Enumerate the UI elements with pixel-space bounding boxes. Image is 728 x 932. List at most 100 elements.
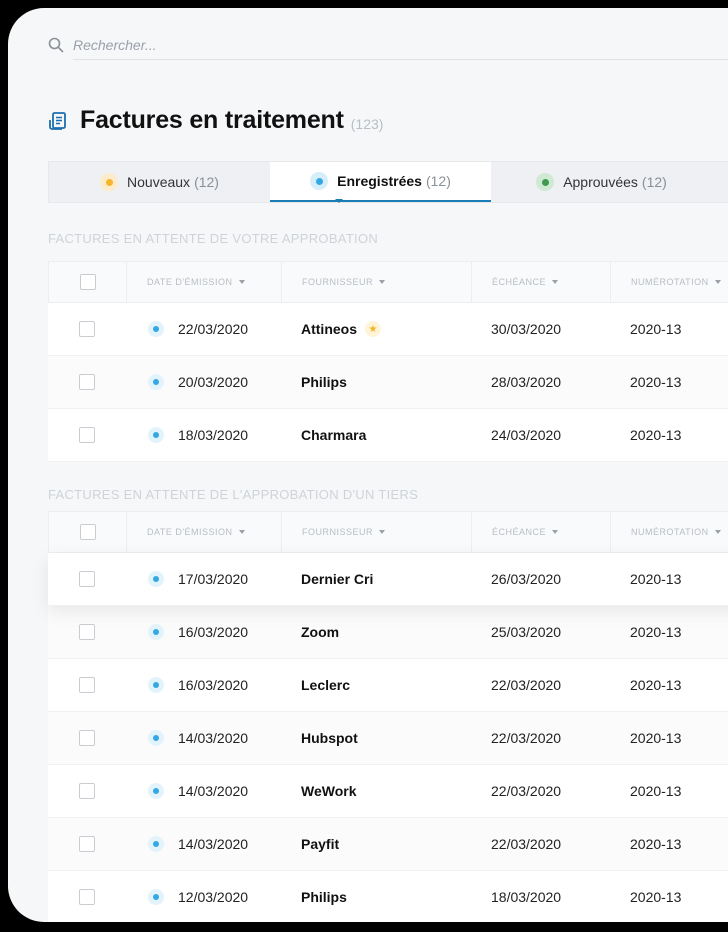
table-row[interactable]: 14/03/2020 Payfit 22/03/2020 2020-13 xyxy=(48,818,728,871)
table-row[interactable]: 14/03/2020 Hubspot 22/03/2020 2020-13 xyxy=(48,712,728,765)
page-title: Factures en traitement xyxy=(80,106,344,134)
supplier-cell: Charmara xyxy=(301,409,366,461)
issue-date: 17/03/2020 xyxy=(178,571,249,587)
sort-down-icon xyxy=(238,530,245,534)
date-cell: 14/03/2020 xyxy=(148,712,248,764)
column-header-number[interactable]: NUMÉROTATION xyxy=(610,262,728,302)
supplier-cell: Philips xyxy=(301,356,347,408)
invoice-table-third-party-approval: DATE D'ÉMISSION FOURNISSEUR ÉCHÉANCE NUM… xyxy=(48,511,728,922)
supplier-name: WeWork xyxy=(301,783,357,799)
table-row[interactable]: 17/03/2020 Dernier Cri 26/03/2020 2020-13 xyxy=(48,553,728,606)
column-header-number[interactable]: NUMÉROTATION xyxy=(610,512,728,552)
supplier-cell: Zoom xyxy=(301,606,339,658)
section-title: Factures en attente de l'approbation d'u… xyxy=(48,487,419,502)
due-date-cell: 22/03/2020 xyxy=(491,783,562,799)
table-row[interactable]: 12/03/2020 Philips 18/03/2020 2020-13 xyxy=(48,871,728,922)
status-dot-icon xyxy=(148,374,164,390)
table-row[interactable]: 16/03/2020 Zoom 25/03/2020 2020-13 xyxy=(48,606,728,659)
row-checkbox[interactable] xyxy=(79,321,95,337)
date-cell: 14/03/2020 xyxy=(148,818,248,870)
invoice-number-cell: 2020-13 xyxy=(630,374,682,390)
date-cell: 20/03/2020 xyxy=(148,356,248,408)
column-header-date[interactable]: DATE D'ÉMISSION xyxy=(126,262,281,302)
supplier-name: Zoom xyxy=(301,624,340,640)
supplier-cell: Payfit xyxy=(301,818,339,870)
date-cell: 17/03/2020 xyxy=(148,553,248,605)
column-header-supplier[interactable]: FOURNISSEUR xyxy=(281,262,471,302)
column-header-supplier[interactable]: FOURNISSEUR xyxy=(281,512,471,552)
table-row[interactable]: 20/03/2020 Philips 28/03/2020 2020-13 xyxy=(48,356,728,409)
supplier-cell: Philips xyxy=(301,871,347,922)
tab-approuvees[interactable]: Approuvées (12) xyxy=(491,162,712,202)
table-row[interactable]: 22/03/2020 Attineos ★ 30/03/2020 2020-13 xyxy=(48,303,728,356)
table-row[interactable]: 16/03/2020 Leclerc 22/03/2020 2020-13 xyxy=(48,659,728,712)
supplier-name: Philips xyxy=(301,889,347,905)
status-dot-icon xyxy=(148,677,164,693)
status-dot-icon xyxy=(100,173,119,191)
sort-down-icon xyxy=(379,530,386,534)
status-dot-icon xyxy=(148,730,164,746)
tab-enregistrees[interactable]: Enregistrées (12) xyxy=(270,162,491,202)
due-date-cell: 26/03/2020 xyxy=(491,571,562,587)
row-checkbox[interactable] xyxy=(79,783,95,799)
status-dot-icon xyxy=(536,173,555,191)
due-date-cell: 18/03/2020 xyxy=(491,889,562,905)
tab-count: (12) xyxy=(641,174,667,190)
app-window: Rechercher... Factures en traitement (12… xyxy=(8,8,728,922)
invoice-number-cell: 2020-13 xyxy=(630,427,682,443)
due-date-cell: 30/03/2020 xyxy=(491,321,562,337)
tab-count: (12) xyxy=(194,174,219,190)
issue-date: 16/03/2020 xyxy=(178,677,249,693)
row-checkbox[interactable] xyxy=(79,624,95,640)
supplier-cell: WeWork xyxy=(301,765,357,817)
table-header: DATE D'ÉMISSION FOURNISSEUR ÉCHÉANCE NUM… xyxy=(48,511,728,553)
invoice-number-cell: 2020-13 xyxy=(630,624,682,640)
due-date-cell: 25/03/2020 xyxy=(491,624,562,640)
issue-date: 22/03/2020 xyxy=(178,321,249,337)
table-row[interactable]: 18/03/2020 Charmara 24/03/2020 2020-13 xyxy=(48,409,728,462)
column-header-due[interactable]: ÉCHÉANCE xyxy=(471,512,610,552)
row-checkbox[interactable] xyxy=(79,571,95,587)
star-icon: ★ xyxy=(365,321,381,337)
issue-date: 14/03/2020 xyxy=(178,730,249,746)
column-header-due[interactable]: ÉCHÉANCE xyxy=(471,262,610,302)
invoice-number-cell: 2020-13 xyxy=(630,571,682,587)
sort-down-icon xyxy=(714,530,721,534)
row-checkbox[interactable] xyxy=(79,730,95,746)
supplier-name: Charmara xyxy=(301,427,367,443)
row-checkbox[interactable] xyxy=(79,836,95,852)
tab-label: Nouveaux xyxy=(127,174,191,190)
invoice-number-cell: 2020-13 xyxy=(630,321,682,337)
invoice-number-cell: 2020-13 xyxy=(630,730,682,746)
supplier-name: Dernier Cri xyxy=(301,571,374,587)
page-header: Factures en traitement (123) xyxy=(48,106,383,135)
date-cell: 16/03/2020 xyxy=(148,606,248,658)
status-dot-icon xyxy=(148,836,164,852)
search-bar[interactable]: Rechercher... xyxy=(48,30,157,60)
tab-count: (12) xyxy=(425,173,451,189)
tab-nouveaux[interactable]: Nouveaux (12) xyxy=(49,162,270,202)
invoice-document-icon xyxy=(49,111,66,130)
row-checkbox[interactable] xyxy=(79,889,95,905)
row-checkbox[interactable] xyxy=(79,427,95,443)
status-dot-icon xyxy=(310,172,329,190)
due-date-cell: 22/03/2020 xyxy=(491,836,562,852)
select-all-checkbox[interactable] xyxy=(80,274,96,290)
status-dot-icon xyxy=(148,427,164,443)
date-cell: 22/03/2020 xyxy=(148,303,248,355)
table-row[interactable]: 14/03/2020 WeWork 22/03/2020 2020-13 xyxy=(48,765,728,818)
invoice-table-own-approval: DATE D'ÉMISSION FOURNISSEUR ÉCHÉANCE NUM… xyxy=(48,261,728,462)
supplier-name: Hubspot xyxy=(301,730,358,746)
supplier-cell: Attineos ★ xyxy=(301,303,381,355)
issue-date: 14/03/2020 xyxy=(178,783,249,799)
sort-down-icon xyxy=(714,280,721,284)
sort-down-icon xyxy=(379,280,386,284)
search-input[interactable]: Rechercher... xyxy=(73,37,157,53)
invoice-number-cell: 2020-13 xyxy=(630,677,682,693)
due-date-cell: 22/03/2020 xyxy=(491,730,562,746)
column-header-date[interactable]: DATE D'ÉMISSION xyxy=(126,512,281,552)
row-checkbox[interactable] xyxy=(79,677,95,693)
supplier-cell: Leclerc xyxy=(301,659,350,711)
select-all-checkbox[interactable] xyxy=(80,524,96,540)
row-checkbox[interactable] xyxy=(79,374,95,390)
